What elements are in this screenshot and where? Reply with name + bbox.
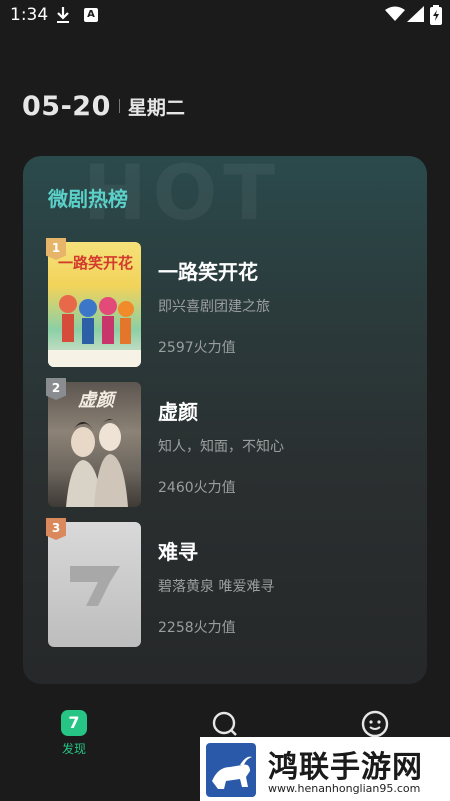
battery-icon — [430, 5, 442, 25]
date-day: 05-20 — [22, 90, 111, 122]
discover-icon-glyph: 7 — [68, 713, 80, 732]
poster-image[interactable]: 一路笑开花 — [48, 242, 141, 367]
hot-list-card: HOT 微剧热榜 一路笑开花 1 一路笑开花 即兴喜剧团建之旅 2597火力值 — [23, 156, 427, 684]
list-item[interactable]: 一路笑开花 1 一路笑开花 即兴喜剧团建之旅 2597火力值 — [46, 238, 406, 370]
item-heat: 2597火力值 — [158, 340, 236, 356]
poster-title-art: 一路笑开花 — [58, 254, 134, 272]
item-heat: 2460火力值 — [158, 480, 236, 496]
rank-badge: 3 — [46, 518, 66, 540]
bull-logo-icon — [206, 743, 256, 797]
nav-discover[interactable]: 7 发现 — [52, 710, 96, 757]
status-time: 1:34 — [10, 5, 49, 25]
date-header: 05-20 星期二 — [22, 88, 185, 124]
nav-discover-label: 发现 — [61, 742, 86, 756]
poster-placeholder[interactable] — [48, 522, 141, 647]
download-icon — [57, 7, 69, 23]
notification-a-icon: A — [84, 8, 98, 22]
rank-badge: 1 — [46, 238, 66, 260]
status-bar: 1:34 A — [0, 0, 450, 32]
item-subtitle: 即兴喜剧团建之旅 — [158, 299, 270, 315]
item-title[interactable]: 虚颜 — [158, 396, 198, 425]
search-icon — [212, 711, 237, 736]
list-item[interactable]: 3 难寻 碧落黄泉 唯爱难寻 2258火力值 — [46, 518, 406, 650]
item-subtitle: 知人，知面，不知心 — [158, 439, 284, 455]
item-subtitle: 碧落黄泉 唯爱难寻 — [158, 579, 275, 595]
poster-image[interactable]: 虚颜 — [48, 382, 141, 507]
item-heat: 2258火力值 — [158, 620, 236, 636]
item-title[interactable]: 一路笑开花 — [158, 256, 258, 285]
rank-badge: 2 — [46, 378, 66, 400]
date-weekday: 星期二 — [127, 96, 185, 119]
signal-icon — [407, 6, 424, 22]
smile-icon — [361, 710, 389, 738]
placeholder-logo-icon — [70, 566, 120, 606]
banner-title: 鸿联手游网 — [268, 750, 423, 785]
list-item[interactable]: 虚颜 2 虚颜 知人，知面，不知心 2460火力值 — [46, 378, 406, 510]
wifi-icon — [385, 6, 405, 21]
card-title: 微剧热榜 — [48, 187, 128, 211]
site-watermark-banner: 鸿联手游网 www.henanhonglian95.com — [200, 737, 450, 801]
item-title[interactable]: 难寻 — [158, 536, 198, 565]
date-divider — [118, 99, 120, 113]
poster-title-art: 虚颜 — [78, 390, 114, 411]
discover-icon: 7 — [61, 710, 87, 736]
banner-url: www.henanhonglian95.com — [268, 782, 421, 795]
